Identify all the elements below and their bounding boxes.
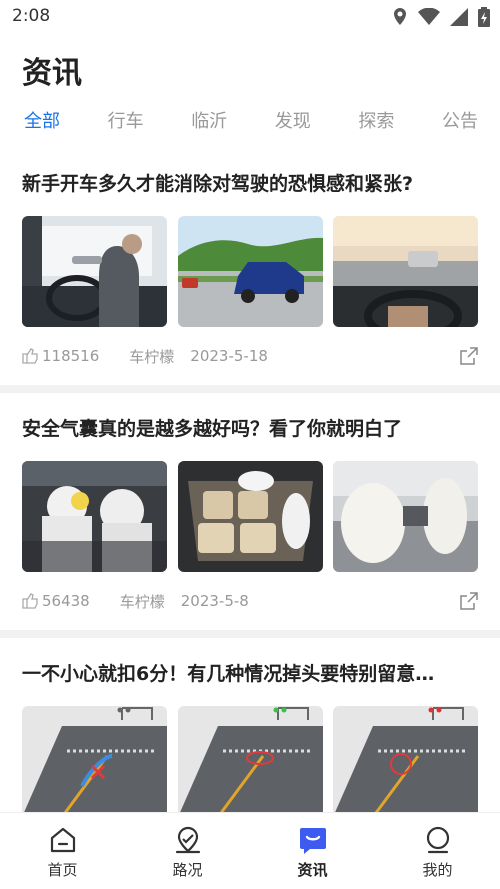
page-title: 资讯 xyxy=(22,56,82,91)
signal-icon xyxy=(450,8,468,26)
nav-label: 我的 xyxy=(422,861,453,879)
news-icon xyxy=(299,828,326,854)
tab-linyi[interactable]: 临沂 xyxy=(191,100,227,148)
author-name: 车柠檬 xyxy=(119,592,165,611)
tab-discover[interactable]: 发现 xyxy=(275,100,311,148)
article-images xyxy=(22,706,478,812)
location-icon xyxy=(175,826,200,854)
tab-explore[interactable]: 探索 xyxy=(358,100,394,148)
article-images xyxy=(22,216,478,327)
article-title[interactable]: 新手开车多久才能消除对驾驶的恐惧感和紧张? xyxy=(22,170,478,198)
bottom-nav: 首页 路况 资讯 我的 xyxy=(0,812,500,889)
article-card[interactable]: 安全气囊真的是越多越好吗？看了你就明白了 56438 车柠檬 2023-5-8 xyxy=(0,393,500,630)
article-image[interactable] xyxy=(177,216,323,327)
nav-home[interactable]: 首页 xyxy=(0,813,125,889)
article-card[interactable]: 一不小心就扣6分！有几种情况掉头要特别留意… xyxy=(0,638,500,812)
tab-driving[interactable]: 行车 xyxy=(108,100,144,148)
wifi-icon xyxy=(418,8,440,25)
article-image[interactable] xyxy=(333,461,478,572)
article-feed[interactable]: 新手开车多久才能消除对驾驶的恐惧感和紧张? 118516 车柠檬 2023-5-… xyxy=(0,148,500,812)
status-icons xyxy=(392,7,490,27)
category-tabs: 全部 行车 临沂 发现 探索 公告 xyxy=(0,100,500,148)
nav-news[interactable]: 资讯 xyxy=(250,813,375,889)
battery-icon xyxy=(478,7,490,27)
article-meta: 56438 车柠檬 2023-5-8 xyxy=(22,572,478,630)
share-icon[interactable] xyxy=(460,592,478,610)
article-title[interactable]: 一不小心就扣6分！有几种情况掉头要特别留意… xyxy=(22,660,478,688)
nav-label: 路况 xyxy=(172,861,203,879)
article-image[interactable] xyxy=(177,461,323,572)
publish-date: 2023-5-8 xyxy=(180,592,249,610)
status-time: 2:08 xyxy=(12,6,51,26)
article-image[interactable] xyxy=(22,216,167,327)
article-images xyxy=(22,461,478,572)
status-bar: 2:08 xyxy=(0,0,500,34)
publish-date: 2023-5-18 xyxy=(190,347,268,365)
article-image[interactable] xyxy=(177,706,323,812)
nav-profile[interactable]: 我的 xyxy=(375,813,500,889)
view-count: 56438 xyxy=(42,592,90,610)
tab-all[interactable]: 全部 xyxy=(24,100,60,148)
article-image[interactable] xyxy=(22,461,167,572)
location-status-icon xyxy=(394,8,406,25)
nav-label: 首页 xyxy=(47,861,78,879)
profile-icon xyxy=(426,826,449,854)
article-card[interactable]: 新手开车多久才能消除对驾驶的恐惧感和紧张? 118516 车柠檬 2023-5-… xyxy=(0,148,500,385)
views-icon xyxy=(22,593,38,609)
nav-label: 资讯 xyxy=(297,861,328,879)
nav-traffic[interactable]: 路况 xyxy=(125,813,250,889)
article-image[interactable] xyxy=(333,706,478,812)
author-name: 车柠檬 xyxy=(129,347,175,366)
article-meta: 118516 车柠檬 2023-5-18 xyxy=(22,327,478,385)
share-icon[interactable] xyxy=(460,347,478,365)
home-icon xyxy=(50,827,75,853)
article-image[interactable] xyxy=(22,706,167,812)
view-count: 118516 xyxy=(42,347,100,365)
views-icon xyxy=(22,348,38,364)
article-image[interactable] xyxy=(333,216,478,327)
article-title[interactable]: 安全气囊真的是越多越好吗？看了你就明白了 xyxy=(22,415,478,443)
tab-announcement[interactable]: 公告 xyxy=(442,100,478,148)
